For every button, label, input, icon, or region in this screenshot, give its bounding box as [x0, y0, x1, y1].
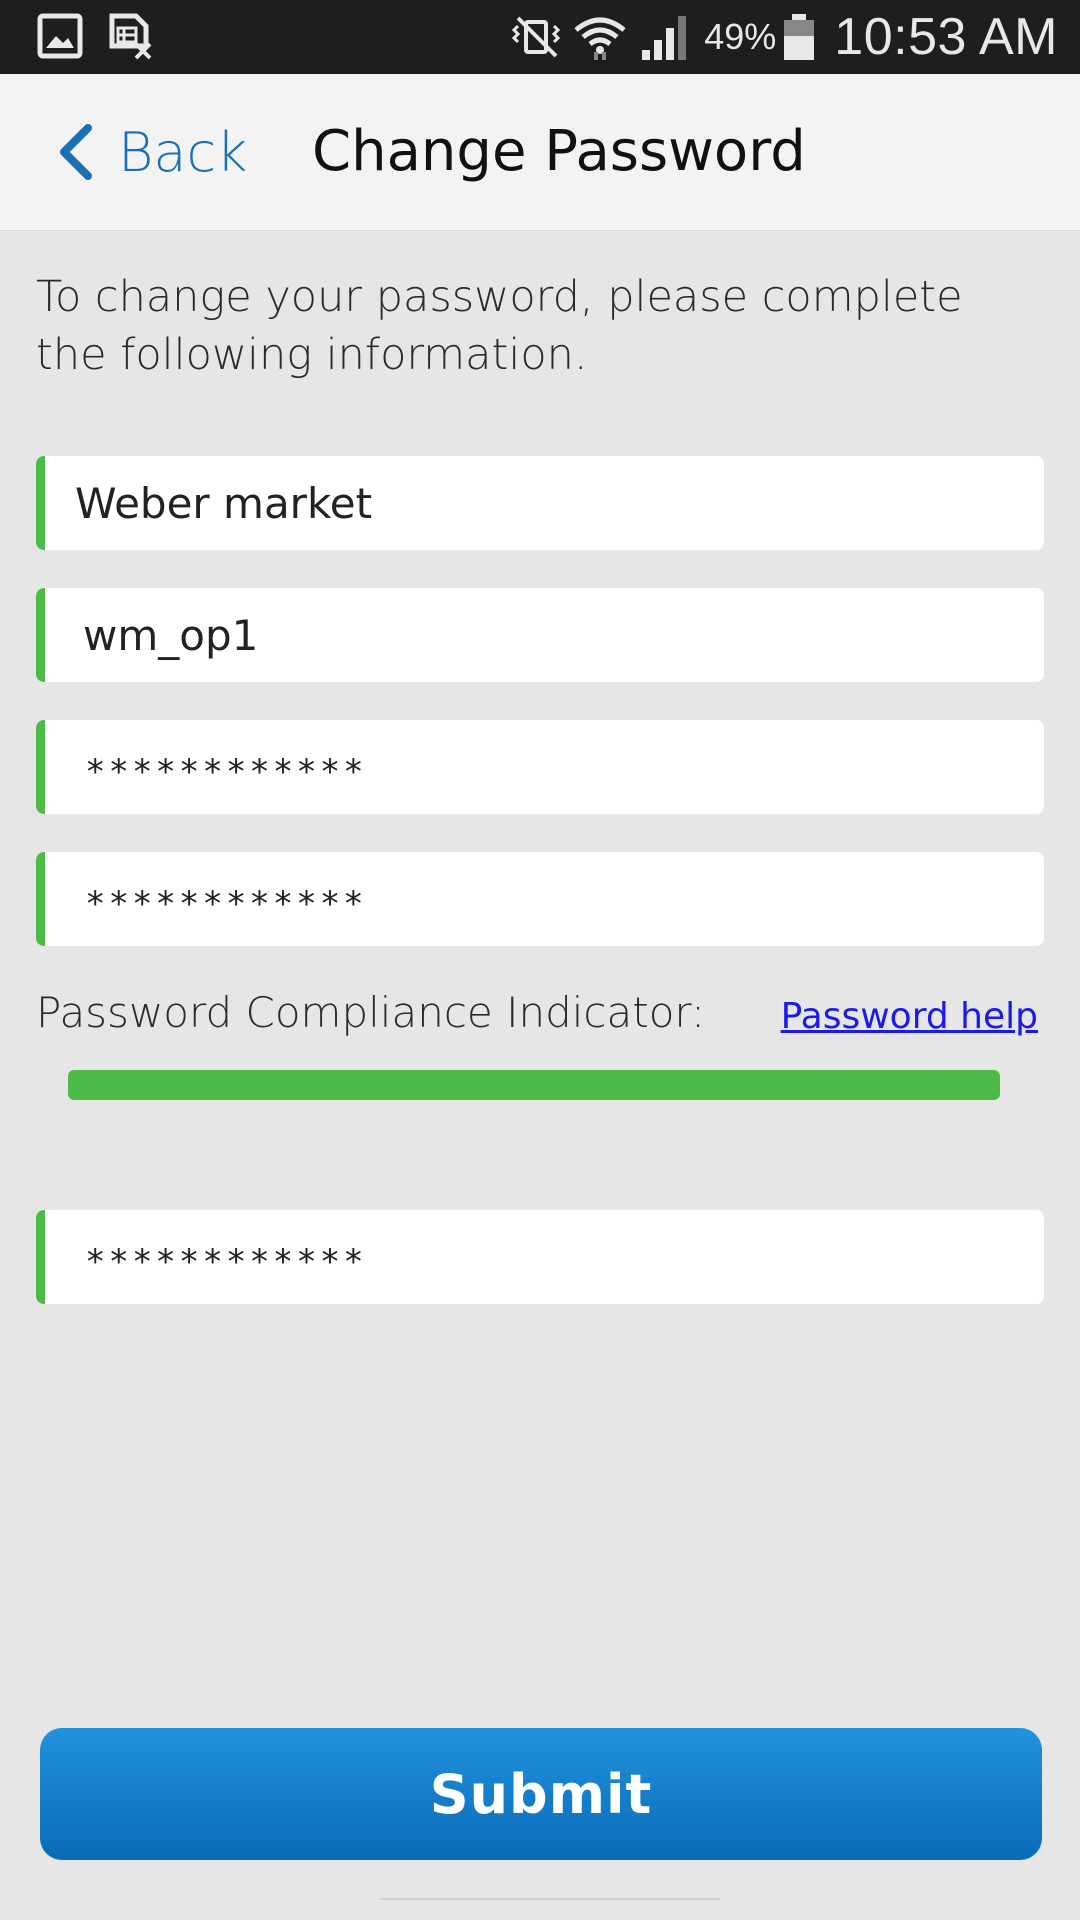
gallery-icon	[37, 13, 83, 59]
submit-button[interactable]: Submit	[40, 1728, 1042, 1860]
page-title: Change Password	[312, 119, 806, 184]
back-button[interactable]: Back	[56, 114, 247, 190]
market-field[interactable]: Weber market	[36, 456, 1044, 550]
battery-icon	[784, 14, 815, 60]
battery-percent: 49%	[704, 16, 777, 57]
status-bar-right: 49% 10:53 AM	[508, 0, 1080, 74]
status-bar: 49% 10:53 AM	[0, 0, 1080, 74]
new-password-field[interactable]: ************	[36, 852, 1044, 946]
intro-text: To change your password, please complete…	[36, 272, 963, 380]
confirm-password-field[interactable]: ************	[36, 1210, 1044, 1304]
compliance-indicator	[68, 1070, 1000, 1100]
password-help-link[interactable]: Password help	[781, 996, 1038, 1037]
header-bar: Back Change Password	[0, 74, 1080, 231]
current-password-field[interactable]: ************	[36, 720, 1044, 814]
username-field[interactable]: wm_op1	[36, 588, 1044, 682]
chevron-left-icon	[60, 124, 92, 180]
compliance-label: Password Compliance Indicator:	[36, 988, 706, 1037]
signal-icon	[642, 16, 687, 60]
vibrate-mute-icon	[512, 16, 561, 58]
wifi-icon	[574, 17, 626, 60]
bottom-divider	[380, 1898, 720, 1900]
sim-error-icon	[109, 13, 152, 60]
compliance-indicator-fill	[68, 1070, 1000, 1100]
status-time: 10:53 AM	[834, 8, 1058, 66]
back-label: Back	[118, 120, 248, 184]
